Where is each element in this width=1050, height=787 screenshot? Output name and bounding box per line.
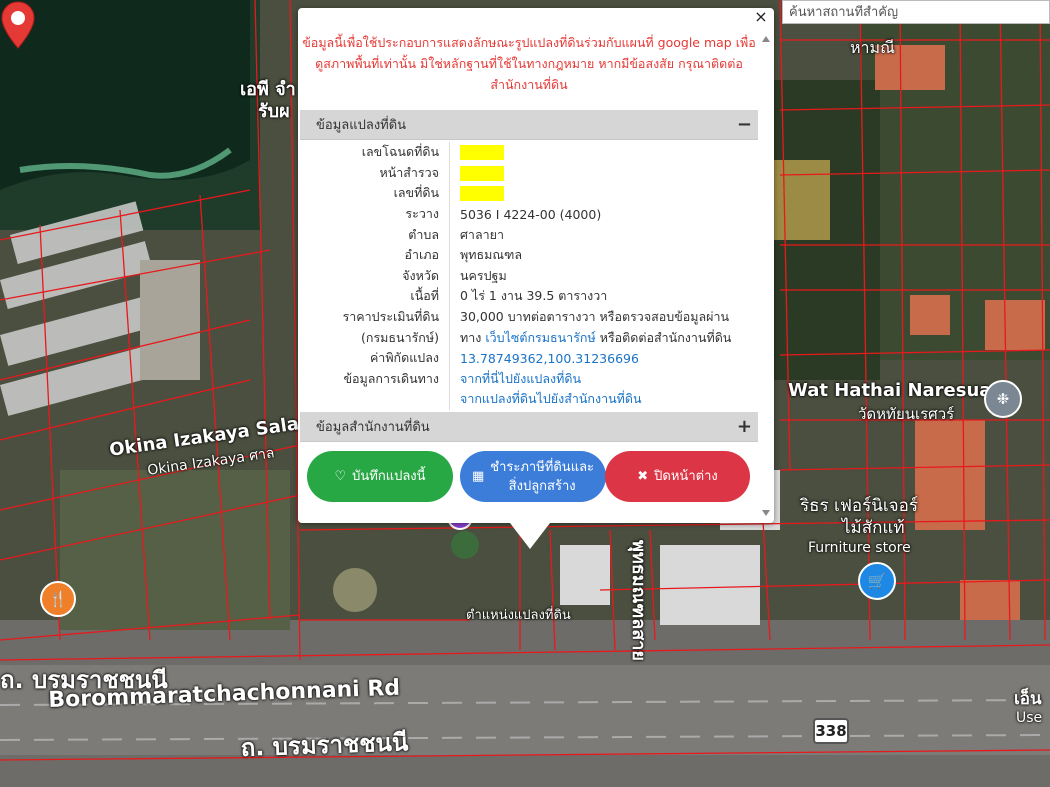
save-parcel-button[interactable]: ♡ บันทึกแปลงนี้ (307, 451, 453, 502)
map-label-furniture-en[interactable]: Furniture store (808, 540, 911, 556)
row-value: 30,000 บาทต่อตารางวา หรือตรวจสอบข้อมูลผ่… (460, 309, 730, 325)
popup-tail (510, 523, 550, 549)
popup-scrollbar[interactable] (760, 28, 772, 522)
button-label: ชำระภาษีที่ดินและ (490, 459, 595, 475)
map-label-road-th2: ถ. บรมราชชนนี (240, 728, 409, 762)
redacted-value (460, 165, 504, 181)
row-label: ตำบล (300, 224, 450, 245)
search-input[interactable] (789, 4, 1049, 20)
row-value-prefix: ทาง (460, 329, 482, 345)
info-row-travel-2: จากแปลงที่ดินไปยังสำนักงานที่ดิน (300, 389, 758, 410)
map-label: รับผ (258, 101, 290, 122)
row-value: นครปฐม (460, 267, 507, 283)
search-box[interactable] (782, 0, 1050, 24)
disclaimer-notice: ข้อมูลนี้เพื่อใช้ประกอบการแสดงลักษณะรูปแ… (302, 35, 756, 92)
heart-icon: ♡ (334, 469, 347, 484)
row-label: อำเภอ (300, 244, 450, 266)
close-icon[interactable]: × (754, 9, 768, 25)
map-label: เอ็น (1014, 689, 1042, 709)
parcel-info-table: เลขโฉนดที่ดิน หน้าสำรวจ เลขที่ดิน ระวาง … (300, 142, 758, 410)
row-label: ค่าพิกัดแปลง (300, 347, 450, 369)
info-row-subdistrict: ตำบล ศาลายา (300, 224, 758, 245)
expand-icon[interactable]: + (737, 416, 752, 437)
directions-to-office-link[interactable]: จากแปลงที่ดินไปยังสำนักงานที่ดิน (460, 391, 642, 406)
info-row-deed: เลขโฉนดที่ดิน (300, 142, 758, 163)
qr-code-icon: ▦ (471, 469, 485, 484)
row-value-suffix: หรือติดต่อสำนักงานที่ดิน (599, 329, 732, 345)
row-label: ราคาประเมินที่ดิน (300, 306, 450, 328)
row-label: เลขโฉนดที่ดิน (300, 142, 450, 163)
store-icon[interactable]: 🛒 (858, 562, 896, 600)
info-row-sheet: ระวาง 5036 I 4224-00 (4000) (300, 203, 758, 225)
row-label-empty (300, 389, 450, 410)
info-row-price-source: (กรมธนารักษ์) ทาง เว็บไซต์กรมธนารักษ์ หร… (300, 327, 758, 348)
scroll-down-icon[interactable] (762, 510, 770, 516)
route-shield: 338 (813, 718, 849, 744)
pay-land-tax-button[interactable]: ▦ ชำระภาษีที่ดินและ สิ่งปลูกสร้าง (460, 451, 606, 502)
row-value: พุทธมณฑล (460, 247, 522, 263)
info-row-survey-page: หน้าสำรวจ (300, 162, 758, 184)
info-row-land-no: เลขที่ดิน (300, 183, 758, 204)
map-label-furniture-th2[interactable]: ไม้สักแท้ (842, 514, 905, 541)
redacted-value (460, 145, 504, 161)
button-label: บันทึกแปลงนี้ (352, 469, 426, 484)
directions-to-parcel-link[interactable]: จากที่นี่ไปยังแปลงที่ดิน (460, 371, 581, 386)
info-row-travel: ข้อมูลการเดินทาง จากที่นี่ไปยังแปลงที่ดิ… (300, 368, 758, 390)
map-label: Use (1016, 710, 1043, 726)
map-label: หามณี (850, 38, 895, 57)
land-office-section-header[interactable]: ข้อมูลสำนักงานที่ดิน + (300, 412, 758, 442)
map-label-parcel: ตำแหน่งแปลงที่ดิน (466, 608, 571, 623)
button-label: ปิดหน้าต่าง (654, 469, 718, 484)
section-title: ข้อมูลแปลงที่ดิน (316, 118, 407, 133)
row-label: จังหวัด (300, 265, 450, 287)
treasury-website-link[interactable]: เว็บไซต์กรมธนารักษ์ (485, 330, 595, 345)
row-label: เลขที่ดิน (300, 183, 450, 204)
row-label: หน้าสำรวจ (300, 162, 450, 184)
close-x-icon: ✖ (637, 469, 649, 484)
redacted-value (460, 186, 504, 202)
map-label-temple-th[interactable]: วัดหทัยนเรศวร์ (858, 402, 954, 426)
coordinates-link[interactable]: 13.78749362,100.31236696 (460, 351, 639, 366)
restaurant-icon[interactable]: 🍴 (40, 581, 76, 617)
row-label: ข้อมูลการเดินทาง (300, 368, 450, 390)
location-marker-icon[interactable] (0, 0, 36, 50)
collapse-icon[interactable]: − (737, 114, 752, 135)
row-value: 5036 I 4224-00 (4000) (460, 206, 602, 222)
scroll-up-icon[interactable] (762, 36, 770, 42)
info-row-price: ราคาประเมินที่ดิน 30,000 บาทต่อตารางวา ห… (300, 306, 758, 328)
row-label: เนื้อที่ (300, 286, 450, 307)
map-label-side-road: พุทธมณฑลสาย (628, 540, 649, 661)
parcel-info-section-header[interactable]: ข้อมูลแปลงที่ดิน − (300, 110, 758, 140)
info-row-coords: ค่าพิกัดแปลง 13.78749362,100.31236696 (300, 347, 758, 369)
button-label-line2: สิ่งปลูกสร้าง (508, 478, 576, 494)
close-window-button[interactable]: ✖ ปิดหน้าต่าง (605, 451, 750, 502)
info-row-area: เนื้อที่ 0 ไร่ 1 งาน 39.5 ตารางวา (300, 286, 758, 307)
row-value: ศาลายา (460, 226, 504, 242)
row-label: ระวาง (300, 203, 450, 225)
row-value: 0 ไร่ 1 งาน 39.5 ตารางวา (460, 288, 608, 304)
temple-icon[interactable]: ❉ (984, 380, 1022, 418)
info-row-province: จังหวัด นครปฐม (300, 265, 758, 287)
section-title: ข้อมูลสำนักงานที่ดิน (316, 420, 430, 435)
row-label: (กรมธนารักษ์) (300, 327, 450, 348)
map-label-temple[interactable]: Wat Hathai Naresuan (788, 380, 1004, 401)
info-row-district: อำเภอ พุทธมณฑล (300, 244, 758, 266)
